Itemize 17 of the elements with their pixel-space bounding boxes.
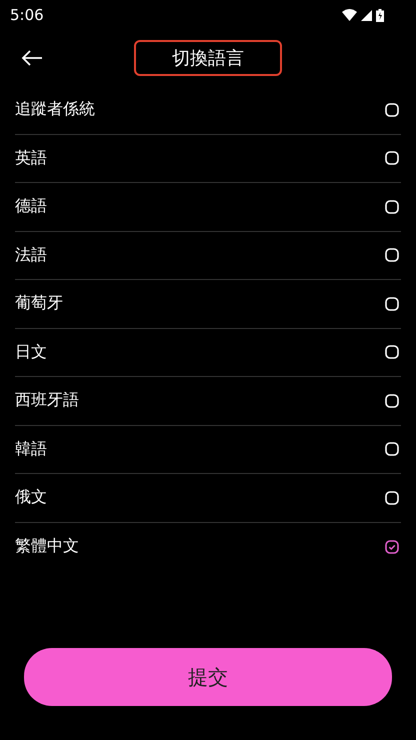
language-option[interactable]: 葡萄牙	[15, 280, 401, 328]
wifi-icon	[342, 9, 357, 21]
language-option[interactable]: 韓語	[15, 426, 401, 474]
language-option[interactable]: 德語	[15, 183, 401, 232]
language-option[interactable]: 西班牙語	[15, 377, 401, 426]
page-title: 切換語言	[134, 40, 282, 76]
back-arrow-icon[interactable]	[21, 50, 43, 66]
submit-button[interactable]: 提交	[24, 648, 392, 706]
battery-icon	[376, 8, 384, 22]
language-option[interactable]: 英語	[15, 134, 401, 183]
signal-icon	[361, 10, 372, 20]
status-time: 5:06	[10, 6, 44, 24]
language-option[interactable]: 追蹤者係統	[15, 86, 401, 134]
language-option[interactable]: 法語	[15, 232, 401, 280]
language-option[interactable]: 繁體中文	[15, 522, 401, 571]
language-option[interactable]: 日文	[15, 328, 401, 377]
language-option[interactable]: 俄文	[15, 474, 401, 522]
